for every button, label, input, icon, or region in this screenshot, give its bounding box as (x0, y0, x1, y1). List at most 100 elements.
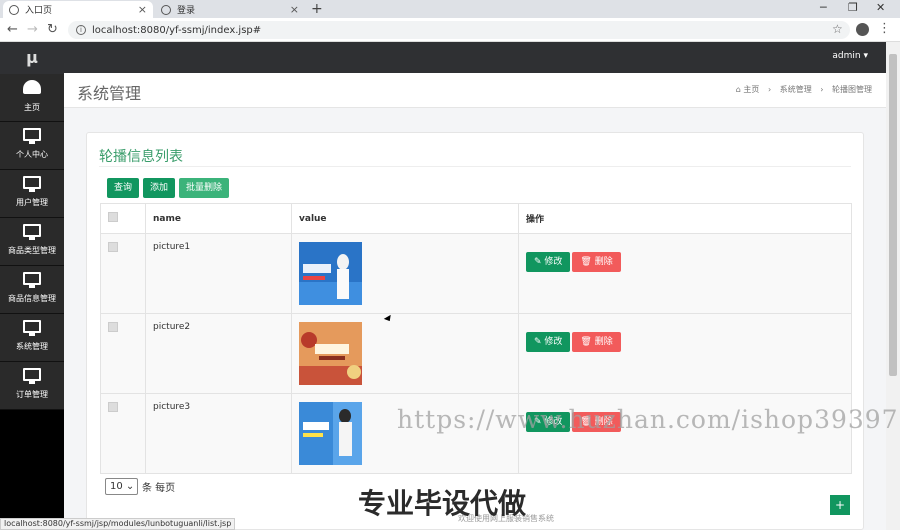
table-row: picture1 ✎ 修改 🗑 删除 (100, 233, 852, 314)
breadcrumb-separator: › (767, 85, 772, 94)
menu-kebab-icon[interactable]: ⋮ (878, 21, 891, 36)
page-size-suffix: 条 每页 (142, 483, 176, 494)
address-bar: ← → ↻ i localhost:8080/yf-ssmj/index.jsp… (0, 18, 900, 42)
tab-login[interactable]: 登录 × (155, 1, 305, 18)
main-content: 系统管理 ⌂ 主页 › 系统管理 › 轮播图管理 轮播信息列表 查询 添加 批量… (64, 73, 886, 530)
sidebar-item-label: 主页 (24, 103, 40, 112)
action-cell: ✎ 修改 🗑 删除 (518, 313, 852, 394)
sidebar-item-label: 订单管理 (16, 390, 48, 399)
banner-thumbnail[interactable] (299, 402, 362, 465)
new-tab-button[interactable]: + (311, 1, 323, 17)
scrollbar[interactable] (886, 42, 900, 530)
sidebar-item-label: 商品类型管理 (8, 246, 56, 255)
monitor-icon (23, 368, 41, 384)
column-header-action: 操作 (518, 203, 852, 234)
add-button[interactable]: 添加 (143, 178, 176, 198)
url-input[interactable]: i localhost:8080/yf-ssmj/index.jsp# (68, 21, 850, 39)
monitor-icon (23, 128, 41, 144)
top-header: admin ▾ (64, 42, 886, 73)
breadcrumb: ⌂ 主页 › 系统管理 › 轮播图管理 (730, 84, 872, 95)
value-cell (291, 233, 519, 314)
name-cell: picture3 (145, 393, 292, 474)
page-title: 系统管理 (77, 84, 142, 103)
bookmark-star-icon[interactable]: ☆ (832, 22, 843, 36)
breadcrumb-current: 轮播图管理 (832, 85, 872, 94)
page-header: 系统管理 ⌂ 主页 › 系统管理 › 轮播图管理 (64, 73, 886, 108)
column-header-value: value (291, 203, 519, 234)
sidebar-item-orders[interactable]: 订单管理 (0, 362, 64, 410)
watermark-url: https://www.huzhan.com/ishop39397 (397, 405, 899, 434)
sidebar-item-home[interactable]: 主页 (0, 74, 64, 122)
account-icon[interactable] (856, 23, 869, 36)
delete-button[interactable]: 🗑 删除 (572, 252, 621, 272)
column-header-name: name (145, 203, 292, 234)
table-header-row: name value 操作 (100, 203, 852, 234)
page-size-value: 10 (110, 481, 123, 492)
sidebar-item-products[interactable]: 商品信息管理 (0, 266, 64, 314)
close-tab-icon[interactable]: × (138, 3, 147, 16)
url-text: localhost:8080/yf-ssmj/index.jsp# (92, 24, 262, 36)
panel-title: 轮播信息列表 (99, 149, 183, 165)
window-close-icon[interactable]: ✕ (876, 1, 885, 14)
select-all-checkbox[interactable] (108, 212, 118, 222)
banner-thumbnail[interactable] (299, 322, 362, 385)
tab-home[interactable]: 入口页 × (3, 1, 153, 18)
monitor-icon (23, 320, 41, 336)
row-select-cell (100, 313, 146, 394)
tab-title: 入口页 (25, 6, 53, 16)
browser-tab-bar: 入口页 × 登录 × + ─ ❐ ✕ (0, 0, 900, 18)
sidebar-item-system[interactable]: 系统管理 (0, 314, 64, 362)
dashboard-icon (23, 80, 41, 94)
sidebar-item-product-types[interactable]: 商品类型管理 (0, 218, 64, 266)
forward-icon[interactable]: → (27, 22, 38, 37)
globe-icon (9, 4, 19, 15)
monitor-icon (23, 272, 41, 288)
edit-button[interactable]: ✎ 修改 (526, 252, 571, 272)
sidebar-item-label: 用户管理 (16, 198, 48, 207)
close-tab-icon[interactable]: × (290, 3, 299, 16)
back-icon[interactable]: ← (7, 22, 18, 37)
table-row: picture2 ✎ 修改 🗑 删除 (100, 313, 852, 394)
edit-button[interactable]: ✎ 修改 (526, 332, 571, 352)
name-cell: picture2 (145, 313, 292, 394)
watermark-slogan: 专业毕设代做 (358, 487, 527, 520)
sidebar-item-users[interactable]: 用户管理 (0, 170, 64, 218)
restore-icon[interactable]: ❐ (848, 1, 858, 14)
row-select-cell (100, 393, 146, 474)
reload-icon[interactable]: ↻ (47, 22, 58, 37)
sidebar-item-label: 商品信息管理 (8, 294, 56, 303)
query-button[interactable]: 查询 (107, 178, 140, 198)
page-size-select[interactable]: 10 ⌄ (105, 478, 138, 495)
pagination: 10 ⌄ 条 每页 (105, 478, 175, 495)
batch-delete-button[interactable]: 批量删除 (179, 178, 230, 198)
minimize-icon[interactable]: ─ (820, 1, 827, 14)
logo: μ (0, 42, 64, 74)
breadcrumb-separator: › (820, 85, 824, 94)
monitor-icon (23, 224, 41, 240)
value-cell (291, 313, 519, 394)
row-checkbox[interactable] (108, 322, 118, 332)
banner-thumbnail[interactable] (299, 242, 362, 305)
info-icon[interactable]: i (76, 25, 86, 35)
user-menu[interactable]: admin ▾ (832, 51, 868, 61)
floating-add-button[interactable]: + (830, 495, 850, 515)
select-all-cell (100, 203, 146, 234)
row-select-cell (100, 233, 146, 314)
breadcrumb-system[interactable]: 系统管理 (780, 85, 812, 94)
divider (99, 166, 851, 167)
row-checkbox[interactable] (108, 242, 118, 252)
sidebar-item-label: 系统管理 (16, 342, 48, 351)
status-url: localhost:8080/yf-ssmj/jsp/modules/lunbo… (0, 518, 236, 530)
globe-icon (161, 4, 171, 15)
breadcrumb-home[interactable]: ⌂ 主页 (736, 85, 760, 94)
chevron-down-icon: ⌄ (125, 481, 135, 492)
row-checkbox[interactable] (108, 402, 118, 412)
action-cell: ✎ 修改 🗑 删除 (518, 233, 852, 314)
tab-title: 登录 (177, 6, 196, 16)
sidebar-item-personal[interactable]: 个人中心 (0, 122, 64, 170)
scrollbar-thumb[interactable] (889, 54, 897, 376)
sidebar: μ 主页 个人中心 用户管理 商品类型管理 商品信息管理 系统管理 订单管理 (0, 42, 64, 530)
delete-button[interactable]: 🗑 删除 (572, 332, 621, 352)
monitor-icon (23, 176, 41, 192)
sidebar-item-label: 个人中心 (16, 150, 48, 159)
